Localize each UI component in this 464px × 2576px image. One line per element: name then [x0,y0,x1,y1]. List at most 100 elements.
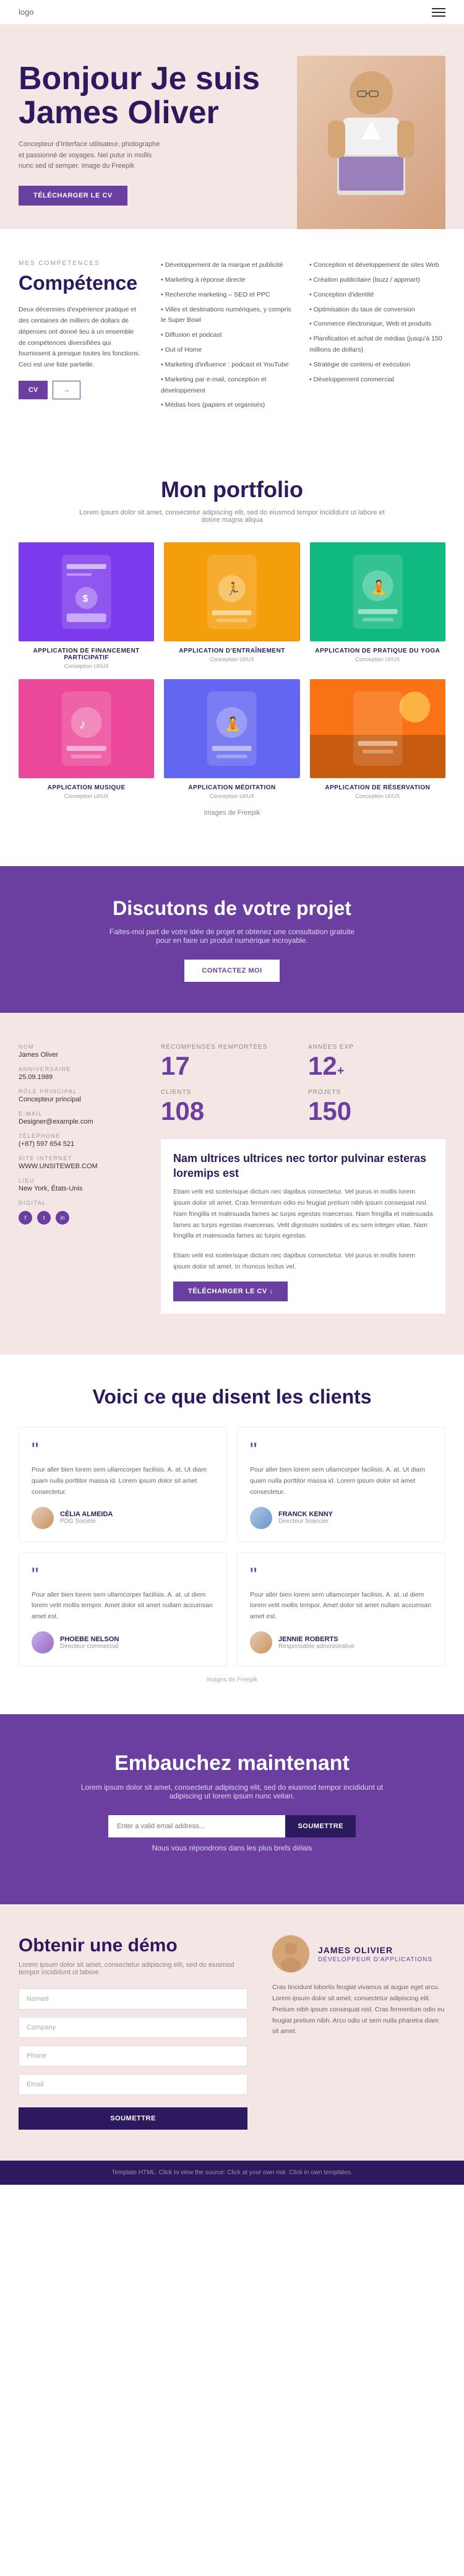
demo-profile-title: DÉVELOPPEUR D'APPLICATIONS [318,1956,432,1963]
svg-text:♪: ♪ [79,716,86,732]
hire-email-input[interactable] [108,1815,285,1837]
anniversaire-label: ANNIVERSAIRE [19,1066,142,1072]
hero-image [297,56,445,229]
hire-section: Embauchez maintenant Lorem ipsum dolor s… [0,1714,464,1904]
demo-profile-info: JAMES OLIVIER DÉVELOPPEUR D'APPLICATIONS [318,1945,432,1963]
contact-cta-title: Discutons de votre projet [19,897,445,920]
demo-submit-button[interactable]: SOUMETTRE [19,2107,247,2130]
comp-item: • Développement de la marque et publicit… [161,260,297,271]
about-nom: NOM James Oliver [19,1044,142,1059]
arrow-button[interactable]: → [53,381,80,399]
portfolio-card-5[interactable]: 🧘 APPLICATION MÉDITATION Conception UI/U… [164,679,299,799]
hire-title: Embauchez maintenant [19,1751,445,1776]
comp-item: • Optimisation du taux de conversion [309,305,445,316]
about-cv-button[interactable]: TÉLÉCHARGER LE CV ↓ [173,1281,288,1301]
demo-form: SOUMETTRE [19,1988,247,2130]
stat-awards-label: RÉCOMPENSES REMPORTÉES [161,1044,298,1051]
card-title-3: APPLICATION DE PRATIQUE DU YOGA [310,648,445,654]
quote-icon-3: " [32,1565,214,1585]
portfolio-card-6[interactable]: APPLICATION DE RÉSERVATION Conception UI… [310,679,445,799]
hire-note: Nous vous répondrons dans les plus brefs… [77,1844,387,1852]
card-sub-6: Conception UI/UX [310,793,445,799]
email-label: E-MAIL [19,1111,142,1117]
stat-years-label: ANNÉES EXP [308,1044,445,1051]
testimonial-text-3: Pour aller bien lorem sem ullamcorper fa… [32,1590,214,1623]
comp-item: • Commerce électronique, Web et produits [309,319,445,330]
cv-button[interactable]: CV [19,381,48,399]
comp-col-1: • Développement de la marque et publicit… [161,260,297,415]
testimonial-author-4: JENNIE ROBERTS Responsable administrativ… [250,1631,432,1654]
role-val: Concepteur principal [19,1096,142,1103]
stat-projects-label: PROJETS [308,1089,445,1096]
twitter-icon[interactable]: t [37,1211,51,1225]
portfolio-card-4[interactable]: ♪ APPLICATION MUSIQUE Conception UI/UX [19,679,154,799]
card-image-1: $ [19,542,154,641]
stat-awards: RÉCOMPENSES REMPORTÉES 17 [161,1044,298,1079]
nom-label: NOM [19,1044,142,1050]
testimonial-text-2: Pour aller bien lorem sem ullamcorper fa… [250,1465,432,1498]
demo-name-input[interactable] [19,1988,247,2010]
svg-text:🧘: 🧘 [225,716,241,732]
stat-projects: PROJETS 150 [308,1089,445,1124]
testimonials-title: Voici ce que disent les clients [19,1386,445,1408]
footer: Template HTML. Click to view the source:… [0,2161,464,2185]
testimonial-card-4: " Pour aller bien lorem sem ullamcorper … [237,1552,445,1667]
stat-years: ANNÉES EXP 12+ [308,1044,445,1079]
testimonial-author-3: PHOEBE NELSON Directeur commercial [32,1631,214,1654]
about-text-block: Nam ultrices ultrices nec tortor pulvina… [161,1139,445,1314]
section-label: MES COMPÉTENCES [19,260,142,267]
contact-button[interactable]: CONTACTEZ MOI [184,960,279,982]
lieu-label: LIEU [19,1177,142,1184]
avatar-3 [32,1631,54,1654]
download-cv-button[interactable]: TÉLÉCHARGER LE CV [19,186,127,206]
portfolio-card-2[interactable]: 🏃 APPLICATION D'ENTRAÎNEMENT Conception … [164,542,299,669]
about-site: SITE INTERNET WWW.UNSITEWEB.COM [19,1155,142,1170]
hamburger-menu[interactable] [432,8,445,17]
comp-item: • Planification et achat de médias (jusq… [309,334,445,356]
demo-email-input[interactable] [19,2074,247,2095]
quote-icon-1: " [32,1440,214,1460]
testimonials-grid: " Pour aller bien lorem sem ullamcorper … [19,1427,445,1667]
demo-phone-field [19,2045,247,2066]
author-role-4: Responsable administrative [278,1643,354,1650]
telephone-val: (+87) 597 654 521 [19,1140,142,1148]
instagram-icon[interactable]: in [56,1211,69,1225]
comp-item: • Médias hors (papiers et organisés) [161,400,297,411]
demo-profile-text: Cras tincidunt lobortis feugiat vivamus … [272,1982,445,2037]
hire-submit-button[interactable]: SOUMETTRE [285,1815,356,1837]
portfolio-description: Lorem ipsum dolor sit amet, consectetur … [77,509,387,524]
svg-text:🏃: 🏃 [226,581,241,596]
demo-company-input[interactable] [19,2017,247,2038]
portfolio-card-1[interactable]: $ APPLICATION DE FINANCEMENT PARTICIPATI… [19,542,154,669]
comp-item: • Marketing à réponse directe [161,275,297,286]
testimonial-card-1: " Pour aller bien lorem sem ullamcorper … [19,1427,227,1542]
testimonial-card-2: " Pour aller bien lorem sem ullamcorper … [237,1427,445,1542]
portfolio-note: Images de Freepik [77,809,387,817]
anniversaire-val: 25.09.1989 [19,1073,142,1081]
site-val: WWW.UNSITEWEB.COM [19,1163,142,1170]
stat-clients: CLIENTS 108 [161,1089,298,1124]
comp-left: MES COMPÉTENCES Compétence Deux décennie… [19,260,142,415]
author-info-3: PHOEBE NELSON Directeur commercial [60,1636,119,1650]
author-role-3: Directeur commercial [60,1643,119,1650]
comp-item: • Conception et développement de sites W… [309,260,445,271]
stat-projects-val: 150 [308,1098,445,1124]
quote-icon-4: " [250,1565,432,1585]
card-image-2: 🏃 [164,542,299,641]
card-title-5: APPLICATION MÉDITATION [164,784,299,791]
demo-avatar [272,1935,309,1972]
lieu-val: New York, États-Unis [19,1185,142,1192]
comp-item: • Villes et destinations numériques, y c… [161,305,297,327]
avatar-4 [250,1631,272,1654]
comp-title: Compétence [19,272,142,295]
stat-years-unit: + [337,1064,345,1078]
demo-title: Obtenir une démo [19,1935,247,1956]
portfolio-card-3[interactable]: 🧘 APPLICATION DE PRATIQUE DU YOGA Concep… [310,542,445,669]
comp-item: • Création publicitaire (buzz / appmart) [309,275,445,286]
facebook-icon[interactable]: f [19,1211,32,1225]
role-label: RÔLE PRINCIPAL [19,1088,142,1095]
stat-years-number: 12 [308,1051,337,1080]
demo-phone-input[interactable] [19,2045,247,2066]
card-sub-1: Conception UI/UX [19,663,154,669]
card-title-1: APPLICATION DE FINANCEMENT PARTICIPATIF [19,648,154,661]
